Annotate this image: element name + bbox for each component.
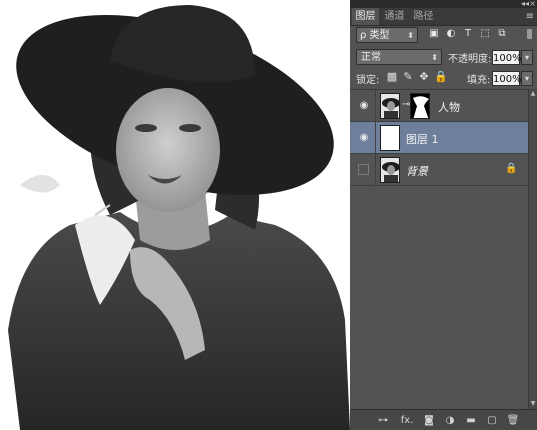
tab-layers[interactable]: 图层 [352, 8, 379, 25]
document-canvas[interactable] [0, 0, 350, 430]
opacity-dropdown-icon[interactable]: ▾ [521, 50, 533, 65]
collapse-panel-icon[interactable]: ◂◂ [521, 0, 529, 8]
blend-mode-value: 正常 [361, 52, 381, 63]
panel-tab-bar: 图层 通道 路径 ≡ [350, 8, 537, 26]
delete-layer-icon[interactable]: 🗑 [506, 414, 520, 427]
filter-kind-label: ρ 类型 [360, 30, 390, 41]
image-filter-icon[interactable]: ▣ [428, 28, 440, 40]
fill-input[interactable]: 100% [492, 71, 522, 86]
layer-thumbnail [380, 93, 400, 119]
close-panel-icon[interactable]: × [529, 0, 536, 8]
tab-paths[interactable]: 路径 [410, 8, 437, 25]
lock-move-icon[interactable]: ✥ [418, 70, 430, 84]
smart-object-filter-icon[interactable]: ⧉ [496, 28, 508, 40]
eye-icon[interactable]: ◉ [358, 132, 370, 144]
scroll-up-icon[interactable]: ▲ [529, 89, 537, 99]
eye-icon[interactable]: ◉ [358, 100, 370, 112]
lock-label: 锁定: [356, 75, 380, 86]
lock-icon: 🔒 [505, 163, 518, 174]
filter-kind-select[interactable]: ρ 类型 ⬍ [356, 27, 418, 43]
filter-toggle-switch[interactable] [527, 29, 532, 39]
panel-bottom-toolbar: ⊶ fx. ◙ ◑ ▬ ▢ 🗑 [350, 409, 537, 430]
panel-title-strip: ◂◂ × [350, 0, 537, 8]
link-layers-icon[interactable]: ⊶ [376, 414, 390, 427]
layer-name[interactable]: 图层 1 [406, 131, 439, 147]
layers-panel: ◂◂ × 图层 通道 路径 ≡ ρ 类型 ⬍ ▣ ◐ T ⬚ ⧉ 正常 ⬍ 不透… [350, 0, 537, 430]
layers-scrollbar[interactable]: ▲ ▼ [528, 89, 537, 409]
layer-mask-thumbnail[interactable] [410, 93, 430, 119]
opacity-label: 不透明度: [448, 54, 492, 65]
layer-row-background[interactable]: 背景 🔒 [350, 154, 528, 186]
shape-filter-icon[interactable]: ⬚ [479, 28, 491, 40]
chevron-updown-icon: ⬍ [431, 53, 438, 62]
layers-list: ◉ ⊸ 人物 ◉ 图层 1 背景 🔒 [350, 89, 528, 410]
tab-channels[interactable]: 通道 [381, 8, 408, 25]
fx-icon[interactable]: fx. [400, 414, 414, 427]
blend-mode-select[interactable]: 正常 ⬍ [356, 49, 442, 65]
layer-name[interactable]: 背景 [406, 163, 428, 179]
layer-thumbnail [380, 157, 400, 183]
type-filter-icon[interactable]: T [462, 28, 474, 40]
layer-row-person[interactable]: ◉ ⊸ 人物 [350, 90, 528, 122]
layer-name[interactable]: 人物 [438, 99, 460, 115]
panel-menu-icon[interactable]: ≡ [526, 11, 534, 22]
fill-label: 填充: [467, 75, 491, 86]
new-group-icon[interactable]: ▬ [464, 414, 478, 427]
lock-brush-icon[interactable]: ✎ [402, 70, 414, 84]
adjustment-layer-icon[interactable]: ◑ [443, 414, 457, 427]
chevron-updown-icon: ⬍ [407, 31, 414, 40]
lock-all-icon[interactable]: 🔒 [434, 70, 448, 84]
fill-dropdown-icon[interactable]: ▾ [521, 71, 533, 86]
layer-row-layer1[interactable]: ◉ 图层 1 [350, 122, 528, 154]
layer-thumbnail [380, 125, 400, 151]
opacity-input[interactable]: 100% [492, 50, 522, 65]
visibility-cell[interactable]: ◉ [350, 90, 376, 122]
new-layer-icon[interactable]: ▢ [485, 414, 499, 427]
photo-artwork [0, 0, 350, 430]
add-mask-icon[interactable]: ◙ [422, 414, 436, 427]
visibility-cell[interactable]: ◉ [350, 122, 376, 154]
visibility-off-icon[interactable] [358, 164, 369, 175]
scroll-down-icon[interactable]: ▼ [529, 399, 537, 409]
visibility-cell[interactable] [350, 154, 376, 186]
adjustment-filter-icon[interactable]: ◐ [445, 28, 457, 40]
lock-transparent-icon[interactable]: ▩ [386, 70, 398, 84]
